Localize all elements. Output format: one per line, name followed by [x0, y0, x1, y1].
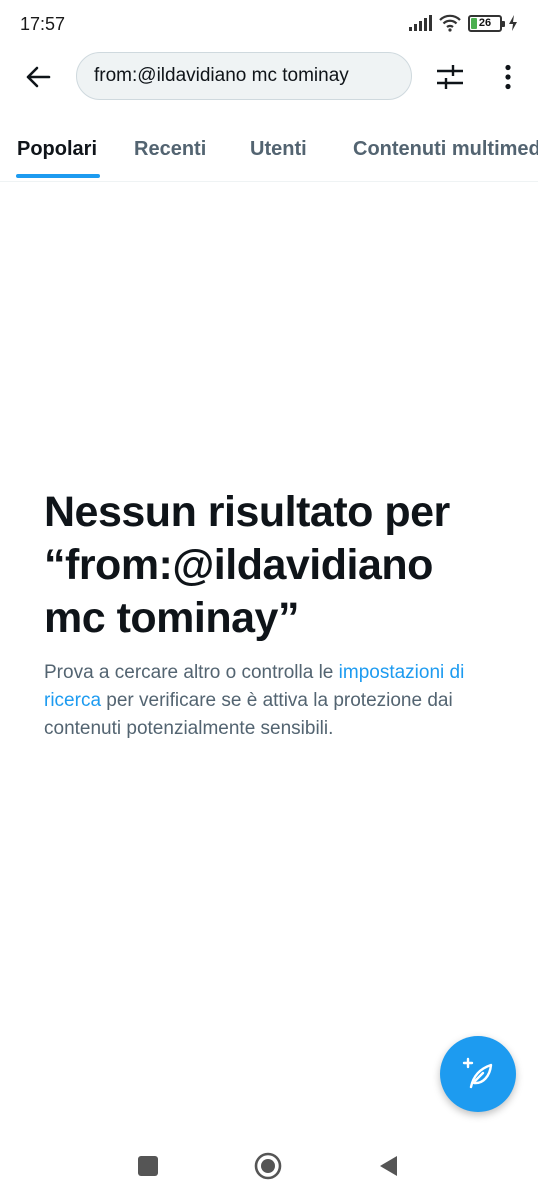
empty-state-message: Prova a cercare altro o controlla le imp… — [44, 659, 514, 743]
search-input[interactable] — [94, 65, 404, 87]
status-icons: 26 — [408, 14, 518, 32]
filter-button[interactable] — [430, 58, 470, 96]
search-header — [0, 48, 538, 106]
empty-title-line-1: Nessun risultato per — [44, 488, 450, 536]
empty-title-line-3: mc tominay” — [44, 594, 299, 642]
back-button[interactable] — [18, 58, 58, 96]
tab-recenti[interactable]: Recenti — [134, 138, 206, 161]
home-button[interactable] — [254, 1152, 282, 1180]
active-tab-indicator — [16, 174, 100, 178]
recents-button[interactable] — [134, 1152, 162, 1180]
sliders-icon — [437, 65, 463, 89]
screen: 17:57 26 from:@ildavidiano mc tominay Po… — [0, 0, 538, 1199]
triangle-back-icon — [380, 1156, 397, 1176]
empty-state-title: Nessun risultato per “from:@ildavidiano … — [44, 486, 514, 645]
empty-message-text: Prova a cercare altro o controlla le — [44, 662, 339, 683]
search-tabs: Popolari Recenti Utenti Contenuti multim… — [0, 120, 538, 182]
battery-level: 26 — [478, 16, 492, 29]
status-bar: 17:57 26 — [0, 0, 538, 48]
more-vertical-icon — [505, 64, 511, 90]
empty-state: Nessun risultato per “from:@ildavidiano … — [44, 486, 514, 743]
circle-icon — [254, 1152, 282, 1180]
arrow-left-icon — [26, 66, 51, 88]
battery-cap — [502, 20, 505, 27]
battery-icon: 26 — [468, 14, 505, 32]
system-nav-bar — [0, 1132, 538, 1199]
tab-contenuti-multimediali[interactable]: Contenuti multimediali — [353, 138, 538, 161]
search-box[interactable] — [76, 52, 412, 100]
compose-feather-icon — [462, 1057, 493, 1089]
tab-utenti[interactable]: Utenti — [250, 138, 307, 161]
charging-bolt-icon — [509, 15, 517, 31]
status-time: 17:57 — [20, 14, 66, 34]
square-icon — [138, 1156, 158, 1176]
empty-title-line-2: “from:@ildavidiano — [44, 541, 433, 589]
tab-popolari[interactable]: Popolari — [17, 138, 97, 161]
wifi-icon — [439, 14, 461, 32]
signal-icon — [409, 15, 432, 31]
more-options-button[interactable] — [488, 58, 528, 96]
compose-button[interactable] — [440, 1036, 516, 1112]
empty-message-text-end: per verificare se è attiva la protezione… — [44, 690, 453, 739]
back-nav-button[interactable] — [374, 1152, 402, 1180]
